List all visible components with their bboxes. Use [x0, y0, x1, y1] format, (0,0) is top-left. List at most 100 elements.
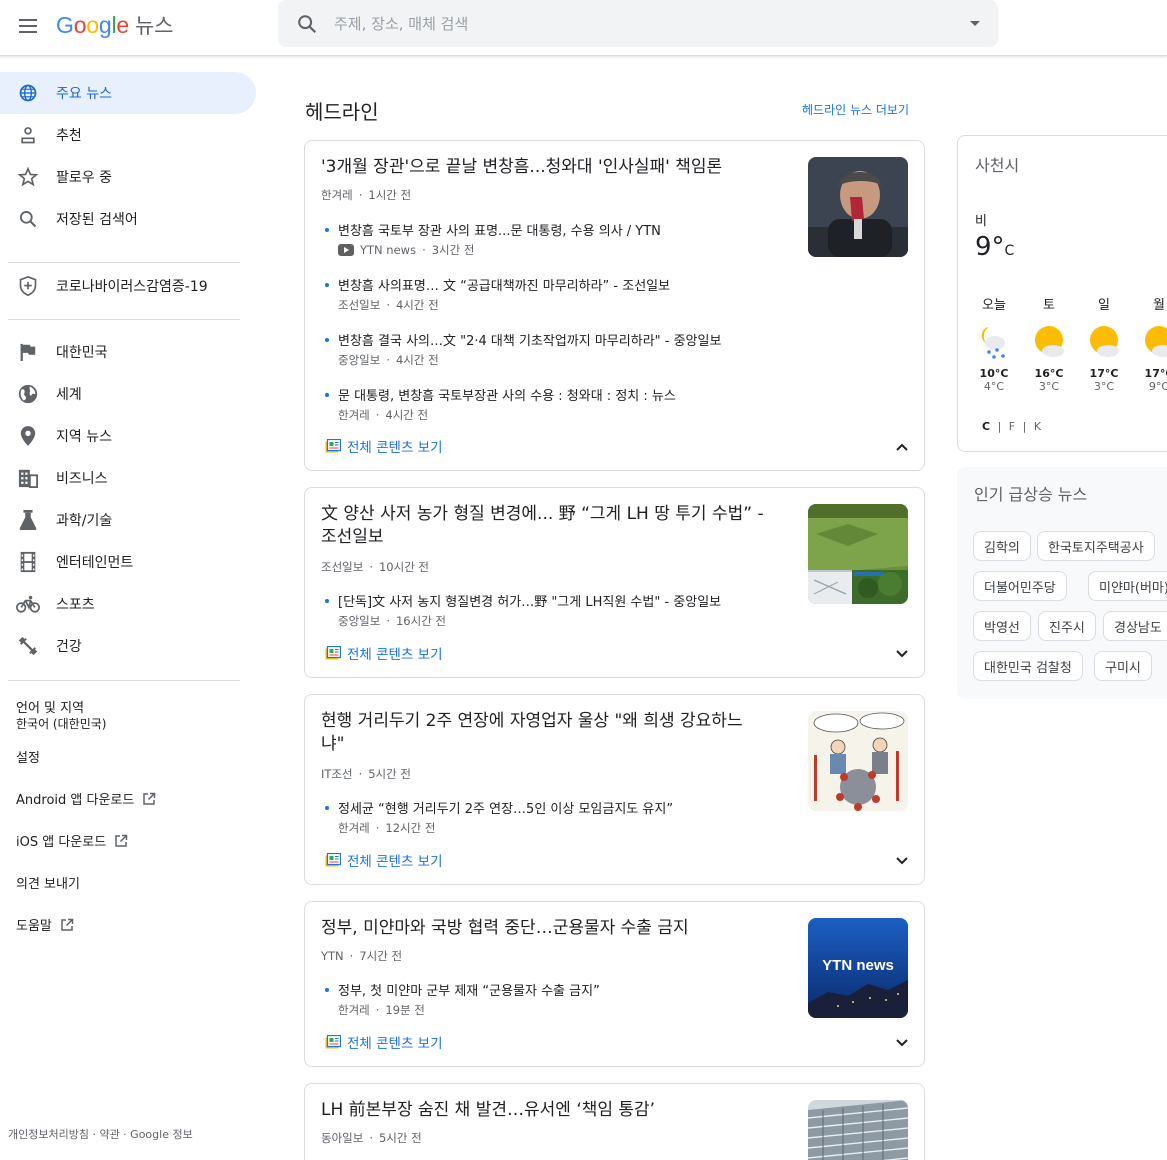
trending-chip[interactable]: 진주시 [1038, 611, 1096, 641]
story-card: 文 양산 사저 농가 형질 변경에... 野 “그게 LH 땅 투기 수법” -… [304, 487, 925, 678]
related-source[interactable]: YTN news [360, 243, 416, 257]
sidebar-item-top-stories[interactable]: 주요 뉴스 [0, 72, 256, 114]
sidebar-item-entertainment[interactable]: 엔터테인먼트 [0, 541, 256, 583]
language-region-link[interactable]: 언어 및 지역 [16, 697, 84, 716]
story-title[interactable]: 정부, 미얀마와 국방 협력 중단…군용물자 수출 금지 [321, 917, 689, 940]
sidebar-item-label: 저장된 검색어 [56, 212, 138, 228]
story-thumbnail[interactable] [808, 1100, 908, 1160]
forecast-day: 오늘 10°C 4°C [974, 294, 1014, 393]
settings-link[interactable]: 설정 [16, 747, 40, 766]
related-article-title[interactable]: 정부, 첫 미얀마 군부 제재 “군용물자 수출 금지” [338, 980, 600, 999]
settings-label: 설정 [16, 751, 40, 766]
sidebar-item-sports[interactable]: 스포츠 [0, 583, 256, 625]
footer-links[interactable]: 개인정보처리방침 · 약관 · Google 정보 [8, 1126, 193, 1142]
story-source[interactable]: IT조선 [321, 767, 353, 781]
sidebar-item-following[interactable]: 팔로우 중 [0, 156, 256, 198]
related-source[interactable]: 한겨레 [338, 407, 370, 423]
story-thumbnail[interactable]: YTN news [808, 918, 908, 1018]
top-bar: Google 뉴스 [0, 0, 1167, 56]
trending-chip[interactable]: 박영선 [973, 611, 1031, 641]
full-coverage-link[interactable]: 전체 콘텐츠 보기 [325, 1032, 443, 1052]
sidebar-item-world[interactable]: 세계 [0, 373, 256, 415]
related-source[interactable]: 조선일보 [338, 297, 380, 313]
story-title[interactable]: 文 양산 사저 농가 형질 변경에... 野 “그게 LH 땅 투기 수법” -… [321, 503, 764, 549]
trending-chip[interactable]: 더불어민주당 [973, 571, 1067, 601]
ios-app-download-link[interactable]: iOS 앱 다운로드 [16, 831, 128, 850]
story-title-line: 文 양산 사저 농가 형질 변경에... 野 “그게 LH 땅 투기 수법” - [321, 504, 764, 524]
unit-fahrenheit[interactable]: F [1009, 420, 1015, 433]
related-article-title[interactable]: 변창흠 사의표명… 文 “공급대책까진 마무리하라” - 조선일보 [338, 275, 670, 294]
trending-chip[interactable]: 한국토지주택공사 [1037, 531, 1155, 561]
related-source[interactable]: 한겨레 [338, 820, 370, 836]
android-app-download-link[interactable]: Android 앱 다운로드 [16, 789, 156, 808]
story-meta: 한겨레 · 1시간 전 [321, 188, 412, 202]
full-coverage-link[interactable]: 전체 콘텐츠 보기 [325, 643, 443, 663]
sidebar-item-science-tech[interactable]: 과학/기술 [0, 499, 256, 541]
sidebar-item-korea[interactable]: 대한민국 [0, 331, 256, 373]
forecast-high: 10°C [979, 367, 1009, 380]
related-article-title[interactable]: 문 대통령, 변창흠 국토부장관 사의 수용 : 청와대 : 정치 : 뉴스 [338, 385, 676, 404]
full-coverage-link[interactable]: 전체 콘텐츠 보기 [325, 436, 443, 456]
related-source[interactable]: 한겨레 [338, 1002, 370, 1018]
search-icon[interactable] [296, 13, 318, 35]
story-source[interactable]: YTN [321, 949, 344, 963]
related-source[interactable]: 중앙일보 [338, 352, 380, 368]
story-thumbnail[interactable] [808, 157, 908, 257]
story-source[interactable]: 한겨레 [321, 188, 353, 202]
weather-widget[interactable]: 사천시 비 9°C 오늘 10°C 4°C 토 16°C 3°C 일 17°C … [957, 135, 1167, 452]
related-article-title[interactable]: [단독]文 사저 농지 형질변경 허가…野 "그게 LH직원 수법" - 중앙일… [338, 591, 721, 610]
trending-chip[interactable]: 경상남도 [1103, 611, 1167, 641]
search-options-dropdown-icon[interactable] [970, 21, 980, 26]
weather-temperature: 9°C [975, 232, 1014, 262]
partly-cloudy-icon [1030, 323, 1068, 361]
sidebar-item-for-you[interactable]: 추천 [0, 114, 256, 156]
main-menu-icon[interactable] [16, 14, 40, 38]
related-source[interactable]: 중앙일보 [338, 613, 380, 629]
unit-celsius[interactable]: C [982, 420, 990, 433]
full-coverage-link[interactable]: 전체 콘텐츠 보기 [325, 850, 443, 870]
chevron-down-icon[interactable] [894, 646, 910, 662]
unit-kelvin[interactable]: K [1034, 420, 1041, 433]
story-time: 5시간 전 [378, 1131, 422, 1145]
sidebar-item-saved-searches[interactable]: 저장된 검색어 [0, 198, 256, 240]
story-title[interactable]: 현행 거리두기 2주 연장에 자영업자 울상 "왜 희생 강요하느 냐" [321, 710, 743, 756]
chevron-up-icon[interactable] [894, 439, 910, 455]
trending-chip[interactable]: 미얀마(버마) [1088, 571, 1167, 601]
story-source[interactable]: 동아일보 [321, 1131, 363, 1145]
sidebar-item-covid19[interactable]: 코로나바이러스감염증-19 [0, 265, 256, 307]
help-link[interactable]: 도움말 [16, 915, 74, 934]
story-title[interactable]: '3개월 장관'으로 끝날 변창흠...청와대 '인사실패' 책임론 [321, 156, 722, 179]
send-feedback-link[interactable]: 의견 보내기 [16, 873, 80, 892]
story-time: 5시간 전 [368, 767, 411, 781]
related-article-title[interactable]: 변창흠 국토부 장관 사의 표명...문 대통령, 수용 의사 / YTN [338, 220, 661, 239]
send-feedback-label: 의견 보내기 [16, 877, 80, 892]
bullet [325, 806, 329, 810]
sidebar-item-business[interactable]: 비즈니스 [0, 457, 256, 499]
google-news-logo[interactable]: Google 뉴스 [56, 10, 173, 40]
related-time: 3시간 전 [431, 243, 475, 257]
sidebar-item-label: 건강 [56, 639, 82, 655]
story-meta: 동아일보 · 5시간 전 [321, 1131, 422, 1145]
sidebar-divider [8, 680, 240, 681]
sidebar-item-local[interactable]: 지역 뉴스 [0, 415, 256, 457]
section-title-headlines: 헤드라인 [305, 100, 379, 124]
trending-chip[interactable]: 김학의 [973, 531, 1031, 561]
story-source[interactable]: 조선일보 [321, 560, 363, 574]
story-thumbnail[interactable] [808, 504, 908, 604]
related-article-title[interactable]: 정세균 “현행 거리두기 2주 연장…5인 이상 모임금지도 유지” [338, 798, 673, 817]
story-title[interactable]: LH 前본부장 숨진 채 발견…유서엔 ‘책임 통감’ [321, 1099, 655, 1122]
weather-condition: 비 [975, 214, 987, 229]
trending-chip[interactable]: 구미시 [1094, 651, 1152, 681]
chevron-down-icon[interactable] [894, 853, 910, 869]
sidebar-item-health[interactable]: 건강 [0, 625, 256, 667]
forecast-day-name: 토 [1043, 298, 1055, 313]
related-article-title[interactable]: 변창흠 결국 사의…文 "2·4 대책 기초작업까지 마무리하라" - 중앙일보 [338, 330, 721, 349]
story-thumbnail[interactable] [808, 711, 908, 811]
sidebar-divider [8, 319, 240, 320]
globe-icon [16, 81, 40, 105]
search-input[interactable] [334, 12, 934, 36]
bicycle-icon [16, 592, 40, 616]
trending-chip[interactable]: 대한민국 검찰청 [973, 651, 1083, 681]
more-headlines-link[interactable]: 헤드라인 뉴스 더보기 [802, 101, 909, 118]
chevron-down-icon[interactable] [894, 1035, 910, 1051]
